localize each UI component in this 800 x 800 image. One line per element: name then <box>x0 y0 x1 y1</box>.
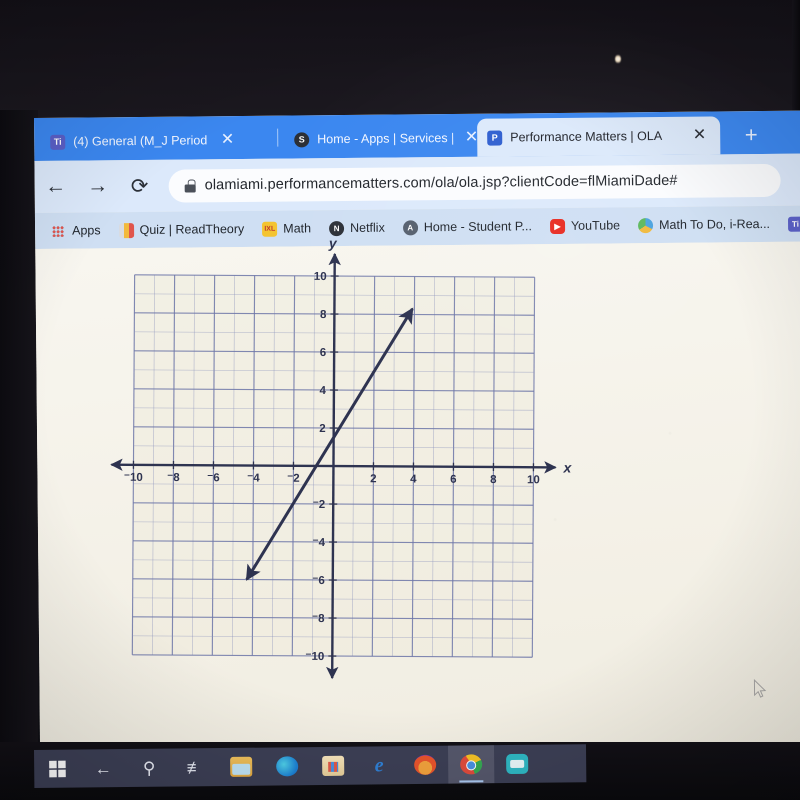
svg-text:4: 4 <box>319 385 326 397</box>
svg-text:x: x <box>563 459 573 475</box>
graph-svg: ⁻10 ⁻8 ⁻6 ⁻4 ⁻2 2 4 6 8 10 10 8 6 4 2 ⁻2 ⁻4 ⁻6 ⁻8 ⁻10 x y <box>110 235 573 680</box>
bookmark-label: Netflix <box>349 220 385 235</box>
svg-text:8: 8 <box>490 474 497 486</box>
netflix-icon: N <box>328 220 345 236</box>
microsoft-store-button[interactable] <box>310 747 356 785</box>
youtube-icon: ▶ <box>549 218 566 234</box>
bookmark-student-portal[interactable]: A Home - Student P... <box>395 217 540 237</box>
bookmark-math-ixl[interactable]: IXL Math <box>254 219 319 239</box>
bookmark-youtube[interactable]: ▶ YouTube <box>542 216 628 236</box>
mouse-pointer-icon <box>753 678 767 698</box>
photo-of-laptop-screen: Ti (4) General (M_J Period 5 Inter ✕ S H… <box>0 0 800 800</box>
folder-icon <box>230 756 253 777</box>
bookmark-microsoft[interactable]: Ti Microsol <box>780 214 800 234</box>
start-button[interactable] <box>34 750 80 788</box>
internet-explorer-button[interactable]: e <box>356 746 402 784</box>
file-explorer-button[interactable] <box>218 748 264 786</box>
svg-text:⁻10: ⁻10 <box>124 472 143 484</box>
tab-home-apps-services[interactable]: S Home - Apps | Services | Sites ✕ <box>284 119 492 159</box>
forward-arrow-icon[interactable]: → <box>76 165 118 207</box>
windows-logo-icon <box>48 760 66 778</box>
iready-icon <box>638 217 654 233</box>
bookmark-label: Home - Student P... <box>423 219 533 235</box>
edge-icon <box>276 756 299 777</box>
bookmark-readtheory[interactable]: Quiz | ReadTheory <box>110 219 252 239</box>
video-app-icon <box>506 753 529 775</box>
video-app-button[interactable] <box>494 745 540 783</box>
svg-text:8: 8 <box>320 309 327 321</box>
tab-separator <box>277 128 279 147</box>
tab-title: Home - Apps | Services | Sites <box>317 130 453 147</box>
svg-text:y: y <box>328 235 338 251</box>
tab-close-button[interactable]: ✕ <box>217 131 239 148</box>
svg-text:⁻6: ⁻6 <box>312 575 325 587</box>
task-view-icon: ≢ <box>186 757 204 777</box>
browser-toolbar: ← → ⟳ olamiami.performancematters.com/ol… <box>34 153 800 213</box>
url-text: olamiami.performancematters.com/ola/ola.… <box>204 172 678 194</box>
bookmark-label: Math To Do, i-Rea... <box>659 216 771 233</box>
tab-title: (4) General (M_J Period 5 Inter <box>73 133 209 149</box>
browser-window: Ti (4) General (M_J Period 5 Inter ✕ S H… <box>34 110 800 750</box>
globe-icon: S <box>294 131 310 148</box>
laptop-bezel-left <box>0 110 38 800</box>
back-arrow-icon[interactable]: ← <box>34 166 76 208</box>
back-arrow-icon: ← <box>94 758 112 778</box>
chrome-icon <box>460 754 483 775</box>
search-icon: ⚲ <box>142 758 156 778</box>
firefox-icon <box>414 754 437 776</box>
svg-text:6: 6 <box>320 347 326 359</box>
bookmark-iready[interactable]: Math To Do, i-Rea... <box>630 214 778 234</box>
student-portal-icon: A <box>402 219 418 235</box>
firefox-button[interactable] <box>402 746 448 784</box>
bookmark-label: Apps <box>72 223 101 238</box>
svg-text:6: 6 <box>450 474 456 486</box>
svg-text:⁻4: ⁻4 <box>247 473 260 485</box>
bookmark-label: Math <box>283 221 312 236</box>
new-tab-button[interactable]: + <box>734 121 768 149</box>
chrome-button[interactable] <box>447 745 495 784</box>
svg-text:2: 2 <box>319 423 325 435</box>
task-view-button[interactable]: ≢ <box>172 748 218 786</box>
tab-title: Performance Matters | OLA <box>510 128 663 145</box>
performance-matters-icon: P <box>487 130 503 146</box>
laptop-bezel-top <box>0 0 800 120</box>
lock-icon <box>184 178 196 193</box>
svg-text:⁻2: ⁻2 <box>313 499 326 511</box>
tab-strip: Ti (4) General (M_J Period 5 Inter ✕ S H… <box>34 110 800 161</box>
microsoft-icon: Ti <box>787 216 800 232</box>
svg-text:⁻10: ⁻10 <box>305 651 324 663</box>
bookmark-apps[interactable]: Apps <box>43 221 109 241</box>
teams-icon: Ti <box>50 134 66 150</box>
coordinate-plane-graph: ⁻10 ⁻8 ⁻6 ⁻4 ⁻2 2 4 6 8 10 10 8 6 4 2 ⁻2 ⁻4 ⁻6 ⁻8 ⁻10 x y <box>110 235 573 690</box>
svg-text:⁻4: ⁻4 <box>312 537 325 549</box>
edge-button[interactable] <box>264 747 310 785</box>
bookmark-label: YouTube <box>570 218 621 233</box>
svg-text:10: 10 <box>314 271 327 283</box>
internet-explorer-icon: e <box>374 753 384 776</box>
ixl-icon: IXL <box>262 221 278 237</box>
address-bar[interactable]: olamiami.performancematters.com/ola/ola.… <box>168 163 781 203</box>
svg-text:⁻6: ⁻6 <box>207 472 220 484</box>
windows-taskbar: ← ⚲ ≢ e <box>34 744 587 788</box>
tab-close-button[interactable]: ✕ <box>689 127 711 144</box>
back-button[interactable]: ← <box>80 749 126 787</box>
svg-text:2: 2 <box>370 473 376 485</box>
reload-icon[interactable]: ⟳ <box>118 165 160 207</box>
page-content: ⁻10 ⁻8 ⁻6 ⁻4 ⁻2 2 4 6 8 10 10 8 6 4 2 ⁻2 ⁻4 ⁻6 ⁻8 ⁻10 x y <box>35 235 800 750</box>
apps-grid-icon <box>51 223 66 238</box>
svg-text:⁻8: ⁻8 <box>312 613 325 625</box>
store-icon <box>322 755 345 776</box>
readtheory-icon <box>118 222 134 238</box>
svg-text:⁻2: ⁻2 <box>287 473 300 485</box>
svg-text:⁻8: ⁻8 <box>167 472 180 484</box>
tab-general-teams[interactable]: Ti (4) General (M_J Period 5 Inter ✕ <box>40 121 248 161</box>
svg-text:10: 10 <box>527 474 540 486</box>
svg-text:4: 4 <box>410 474 417 486</box>
tab-performance-matters-ola[interactable]: P Performance Matters | OLA ✕ <box>477 116 721 157</box>
bookmark-label: Quiz | ReadTheory <box>139 221 245 237</box>
webcam-led-indicator <box>615 54 621 64</box>
search-button[interactable]: ⚲ <box>126 749 172 787</box>
